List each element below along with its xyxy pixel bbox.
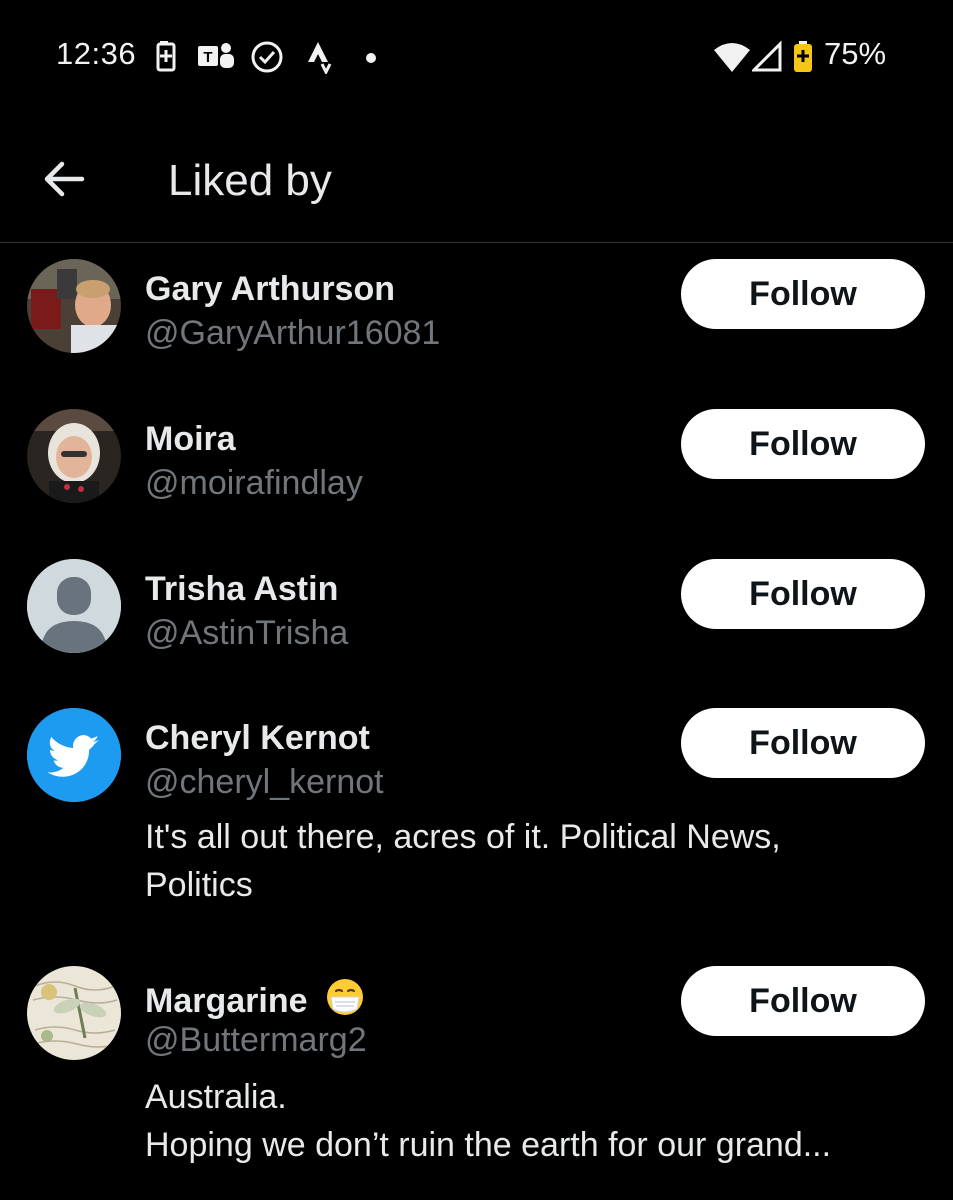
battery-icon bbox=[794, 41, 812, 72]
twitter-bird-icon bbox=[27, 708, 121, 802]
bio-line: Politics bbox=[145, 866, 253, 904]
user-bio: Australia. Hoping we don’t ruin the eart… bbox=[145, 1073, 925, 1169]
bio-line: Australia. bbox=[145, 1078, 287, 1116]
follow-button[interactable]: Follow bbox=[681, 409, 925, 479]
status-bar: 12:36 T 75% bbox=[0, 0, 953, 112]
svg-text:T: T bbox=[203, 49, 212, 66]
list-item[interactable]: Margarine @Buttermarg2 Australia. Hoping… bbox=[0, 957, 953, 1200]
arrow-left-icon bbox=[44, 161, 85, 197]
user-handle: @AstinTrisha bbox=[145, 614, 349, 652]
user-handle: @GaryArthur16081 bbox=[145, 314, 441, 352]
user-name: Moira bbox=[145, 420, 236, 458]
avatar[interactable] bbox=[27, 409, 121, 503]
check-circle-icon bbox=[251, 41, 283, 73]
back-button[interactable] bbox=[34, 154, 94, 204]
user-name: Gary Arthurson bbox=[145, 270, 396, 308]
signal-icon bbox=[752, 40, 782, 72]
user-name: Trisha Astin bbox=[145, 570, 339, 608]
page-title: Liked by bbox=[168, 156, 332, 205]
avatar[interactable] bbox=[27, 559, 121, 653]
mask-face-emoji-icon bbox=[326, 979, 363, 1015]
avatar[interactable] bbox=[27, 966, 121, 1060]
wifi-icon bbox=[714, 43, 750, 72]
user-handle: @cheryl_kernot bbox=[145, 763, 384, 801]
avatar[interactable] bbox=[27, 259, 121, 353]
teams-icon: T bbox=[198, 43, 234, 68]
bio-line: Hoping we don’t ruin the earth for our g… bbox=[145, 1126, 832, 1164]
follow-button[interactable]: Follow bbox=[681, 259, 925, 329]
battery-percent: 75% bbox=[824, 36, 887, 71]
follow-button[interactable]: Follow bbox=[681, 559, 925, 629]
user-handle: @moirafindlay bbox=[145, 464, 363, 502]
user-bio: It's all out there, acres of it. Politic… bbox=[145, 813, 925, 909]
battery-charging-icon bbox=[156, 41, 176, 72]
user-name-text: Margarine bbox=[145, 982, 308, 1020]
list-item[interactable]: Moira @moirafindlay Follow bbox=[0, 400, 953, 540]
follow-button[interactable]: Follow bbox=[681, 966, 925, 1036]
follow-button[interactable]: Follow bbox=[681, 708, 925, 778]
avatar[interactable] bbox=[27, 708, 121, 802]
user-handle: @Buttermarg2 bbox=[145, 1021, 367, 1059]
header: Liked by bbox=[0, 112, 953, 243]
default-avatar-icon bbox=[27, 559, 121, 653]
list-item[interactable]: Gary Arthurson @GaryArthur16081 Follow bbox=[0, 250, 953, 390]
user-name: Cheryl Kernot bbox=[145, 719, 370, 757]
list-item[interactable]: Trisha Astin @AstinTrisha Follow bbox=[0, 550, 953, 690]
status-time: 12:36 bbox=[56, 36, 137, 71]
strava-icon bbox=[308, 42, 332, 74]
bio-line: It's all out there, acres of it. Politic… bbox=[145, 818, 781, 856]
list-item[interactable]: Cheryl Kernot @cheryl_kernot It's all ou… bbox=[0, 699, 953, 939]
user-name: Margarine bbox=[145, 977, 365, 1021]
notification-dot-icon bbox=[366, 53, 376, 63]
